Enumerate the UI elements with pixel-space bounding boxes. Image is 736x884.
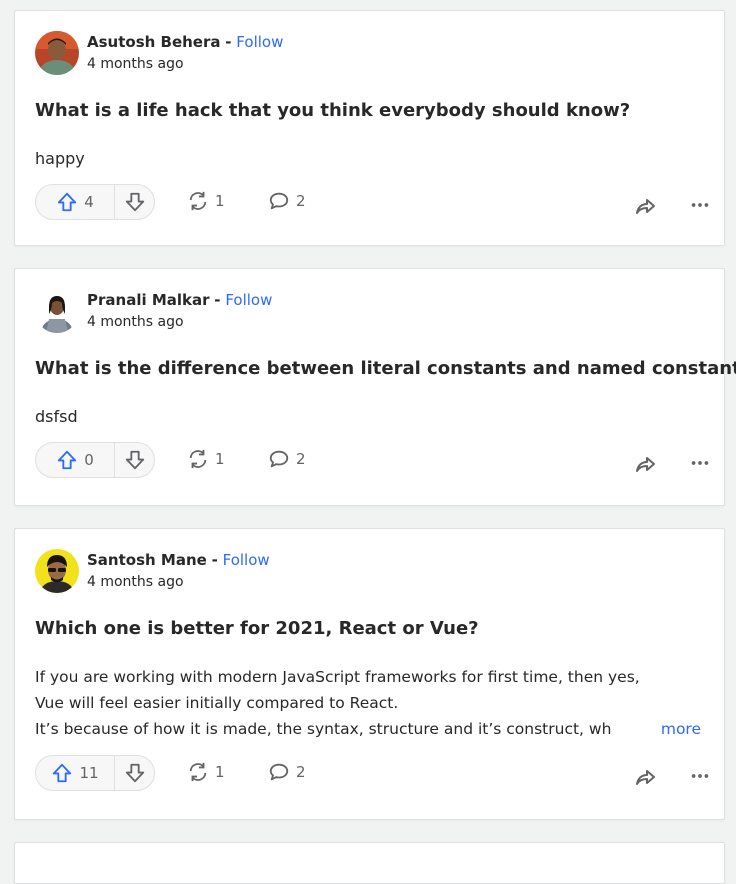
author-name[interactable]: Asutosh Behera	[87, 33, 221, 51]
forward-button[interactable]	[633, 452, 657, 480]
share-count: 1	[215, 763, 225, 781]
author-name[interactable]: Pranali Malkar	[87, 291, 210, 309]
question-title[interactable]: Which one is better for 2021, React or V…	[35, 618, 715, 639]
timestamp[interactable]: 4 months ago	[87, 574, 184, 590]
more-icon	[691, 203, 709, 207]
share-button[interactable]: 1	[187, 190, 225, 212]
author-line: Pranali Malkar - Follow	[87, 291, 272, 309]
feed-card: Asutosh Behera - Follow 4 months ago Wha…	[14, 10, 725, 246]
share-button[interactable]: 1	[187, 761, 225, 783]
vote-pill: 11	[35, 755, 155, 791]
downvote-icon	[125, 450, 144, 470]
upvote-icon	[53, 763, 72, 783]
avatar[interactable]	[35, 549, 79, 593]
downvote-icon	[125, 763, 144, 783]
upvote-button[interactable]: 11	[36, 756, 115, 790]
upvote-count: 0	[84, 451, 94, 469]
more-options-button[interactable]	[689, 194, 711, 220]
share-icon	[189, 191, 207, 211]
answer-line: dsfsd	[35, 407, 78, 426]
comment-icon	[269, 763, 289, 781]
vote-pill: 4	[35, 184, 155, 220]
follow-link[interactable]: Follow	[225, 291, 272, 309]
answer-feed: Asutosh Behera - Follow 4 months ago Wha…	[14, 10, 736, 884]
separator: -	[214, 291, 221, 309]
question-title[interactable]: What is a life hack that you think every…	[35, 100, 715, 121]
separator: -	[225, 33, 232, 51]
avatar[interactable]	[35, 31, 79, 75]
answer-body[interactable]: happy	[35, 146, 685, 172]
more-options-button[interactable]	[689, 452, 711, 478]
share-count: 1	[215, 192, 225, 210]
answer-body[interactable]: dsfsd	[35, 404, 685, 430]
comment-button[interactable]: 2	[268, 761, 306, 783]
action-bar: 0 1 2	[35, 442, 715, 480]
answer-line: happy	[35, 149, 85, 168]
action-bar: 11 1 2	[35, 755, 715, 793]
comment-count: 2	[296, 192, 306, 210]
more-icon	[691, 461, 709, 465]
upvote-count: 11	[79, 764, 99, 782]
upvote-button[interactable]: 4	[36, 185, 115, 219]
question-title[interactable]: What is the difference between literal c…	[35, 358, 736, 379]
share-icon	[189, 762, 207, 782]
downvote-button[interactable]	[115, 443, 154, 477]
follow-link[interactable]: Follow	[236, 33, 283, 51]
feed-card-partial	[14, 842, 725, 884]
comment-button[interactable]: 2	[268, 190, 306, 212]
upvote-icon	[58, 192, 77, 212]
comment-count: 2	[296, 763, 306, 781]
share-icon	[189, 449, 207, 469]
forward-icon	[636, 199, 655, 214]
answer-line: It’s because of how it is made, the synt…	[35, 720, 612, 738]
action-bar: 4 1 2	[35, 184, 715, 222]
follow-link[interactable]: Follow	[223, 551, 270, 569]
feed-card: Santosh Mane - Follow 4 months ago Which…	[14, 528, 725, 820]
share-button[interactable]: 1	[187, 448, 225, 470]
separator: -	[211, 551, 218, 569]
feed-card: Pranali Malkar - Follow 4 months ago Wha…	[14, 268, 736, 506]
avatar[interactable]	[35, 289, 79, 333]
comment-count: 2	[296, 450, 306, 468]
more-options-button[interactable]	[689, 765, 711, 791]
more-link[interactable]: more	[646, 716, 701, 742]
forward-icon	[636, 457, 655, 472]
answer-line: Vue will feel easier initially compared …	[35, 694, 399, 712]
more-icon	[691, 774, 709, 778]
comment-icon	[269, 192, 289, 210]
author-line: Santosh Mane - Follow	[87, 551, 270, 569]
timestamp[interactable]: 4 months ago	[87, 56, 184, 72]
forward-button[interactable]	[633, 765, 657, 793]
comment-icon	[269, 450, 289, 468]
author-line: Asutosh Behera - Follow	[87, 33, 283, 51]
answer-line: If you are working with modern JavaScrip…	[35, 668, 640, 686]
answer-last-line: It’s because of how it is made, the synt…	[35, 716, 701, 742]
author-name[interactable]: Santosh Mane	[87, 551, 207, 569]
upvote-button[interactable]: 0	[36, 443, 115, 477]
share-count: 1	[215, 450, 225, 468]
downvote-button[interactable]	[115, 185, 154, 219]
downvote-icon	[125, 192, 144, 212]
downvote-button[interactable]	[115, 756, 154, 790]
forward-icon	[636, 770, 655, 785]
comment-button[interactable]: 2	[268, 448, 306, 470]
timestamp[interactable]: 4 months ago	[87, 314, 184, 330]
upvote-count: 4	[84, 193, 94, 211]
upvote-icon	[58, 450, 77, 470]
answer-body[interactable]: If you are working with modern JavaScrip…	[35, 664, 701, 742]
vote-pill: 0	[35, 442, 155, 478]
forward-button[interactable]	[633, 194, 657, 222]
